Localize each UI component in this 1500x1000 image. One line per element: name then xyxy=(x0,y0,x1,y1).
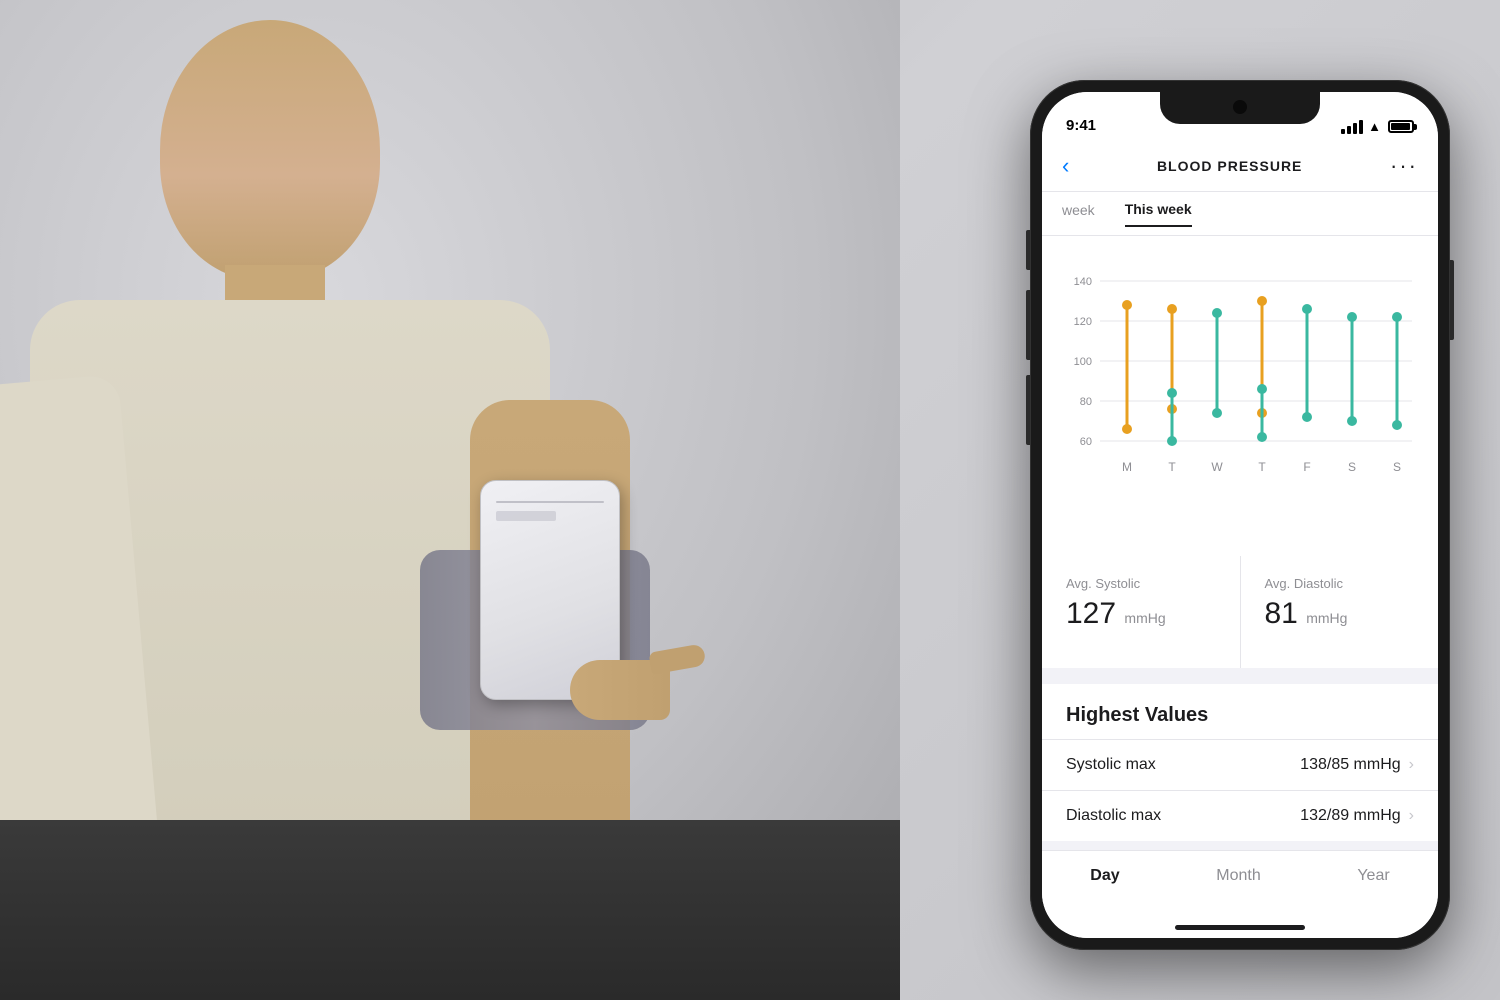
systolic-stat: Avg. Systolic 127 mmHg xyxy=(1042,556,1241,668)
tab-day[interactable]: Day xyxy=(1070,863,1139,889)
svg-text:80: 80 xyxy=(1080,396,1092,408)
systolic-max-right: 138/85 mmHg › xyxy=(1300,756,1414,774)
app-header: ‹ BLOOD PRESSURE ··· xyxy=(1042,140,1438,192)
volume-up-button[interactable] xyxy=(1026,290,1030,360)
systolic-label: Avg. Systolic xyxy=(1066,576,1216,591)
svg-text:S: S xyxy=(1393,460,1401,474)
table-surface xyxy=(0,820,900,1000)
tab-month[interactable]: Month xyxy=(1196,863,1280,889)
systolic-unit: mmHg xyxy=(1124,610,1165,626)
stats-area: Avg. Systolic 127 mmHg Avg. Diastolic 81… xyxy=(1042,556,1438,676)
diastolic-max-right: 132/89 mmHg › xyxy=(1300,807,1414,825)
camera-notch xyxy=(1233,100,1247,114)
more-button[interactable]: ··· xyxy=(1390,155,1418,177)
back-button[interactable]: ‹ xyxy=(1062,153,1069,179)
phone-notch xyxy=(1160,92,1320,124)
svg-text:60: 60 xyxy=(1080,436,1092,448)
signal-icon xyxy=(1341,120,1363,134)
phone-screen: 9:41 ▲ ‹ BLOOD PRESSURE xyxy=(1042,92,1438,938)
cuff-brand-line xyxy=(496,501,604,503)
person-area: + xyxy=(0,0,900,1000)
svg-text:T: T xyxy=(1168,460,1176,474)
svg-text:S: S xyxy=(1348,460,1356,474)
diastolic-max-value: 132/89 mmHg xyxy=(1300,807,1401,825)
home-bar xyxy=(1175,925,1305,930)
tab-this-week[interactable]: This week xyxy=(1125,201,1192,227)
systolic-max-value: 138/85 mmHg xyxy=(1300,756,1401,774)
diastolic-value: 81 mmHg xyxy=(1265,597,1415,631)
mute-button[interactable] xyxy=(1026,230,1030,270)
diastolic-label: Avg. Diastolic xyxy=(1265,576,1415,591)
wifi-icon: ▲ xyxy=(1368,119,1381,134)
svg-text:100: 100 xyxy=(1074,356,1092,368)
tab-year[interactable]: Year xyxy=(1337,863,1409,889)
systolic-max-label: Systolic max xyxy=(1066,756,1156,774)
diastolic-max-row[interactable]: Diastolic max 132/89 mmHg › xyxy=(1042,790,1438,841)
page-title: BLOOD PRESSURE xyxy=(1157,158,1302,174)
systolic-value: 127 mmHg xyxy=(1066,597,1216,631)
phone-container: 9:41 ▲ ‹ BLOOD PRESSURE xyxy=(1030,80,1450,950)
status-time: 9:41 xyxy=(1066,117,1096,134)
bottom-tabs: Day Month Year xyxy=(1042,850,1438,938)
diastolic-max-label: Diastolic max xyxy=(1066,807,1161,825)
person-head xyxy=(160,20,380,280)
pointing-finger xyxy=(649,643,707,674)
week-tabs: week This week xyxy=(1042,192,1438,236)
highest-values-title: Highest Values xyxy=(1042,684,1438,739)
svg-text:M: M xyxy=(1122,460,1132,474)
power-button[interactable] xyxy=(1450,260,1454,340)
battery-icon xyxy=(1388,120,1414,133)
systolic-max-row[interactable]: Systolic max 138/85 mmHg › xyxy=(1042,739,1438,790)
svg-text:F: F xyxy=(1303,460,1310,474)
svg-text:120: 120 xyxy=(1074,316,1092,328)
diastolic-unit: mmHg xyxy=(1306,610,1347,626)
volume-down-button[interactable] xyxy=(1026,375,1030,445)
chevron-right-icon-2: › xyxy=(1409,807,1414,825)
chart-container: 140 120 100 80 60 xyxy=(1042,236,1438,556)
svg-text:140: 140 xyxy=(1074,276,1092,288)
chevron-right-icon: › xyxy=(1409,756,1414,774)
cuff-brand-text xyxy=(496,511,556,521)
status-icons: ▲ xyxy=(1341,119,1414,134)
phone-outer: 9:41 ▲ ‹ BLOOD PRESSURE xyxy=(1030,80,1450,950)
diastolic-stat: Avg. Diastolic 81 mmHg xyxy=(1241,556,1439,668)
highest-values-section: Highest Values Systolic max 138/85 mmHg … xyxy=(1042,684,1438,841)
tab-week[interactable]: week xyxy=(1062,202,1095,226)
svg-text:T: T xyxy=(1258,460,1266,474)
blood-pressure-chart: 140 120 100 80 60 xyxy=(1062,256,1418,496)
svg-text:W: W xyxy=(1211,460,1223,474)
